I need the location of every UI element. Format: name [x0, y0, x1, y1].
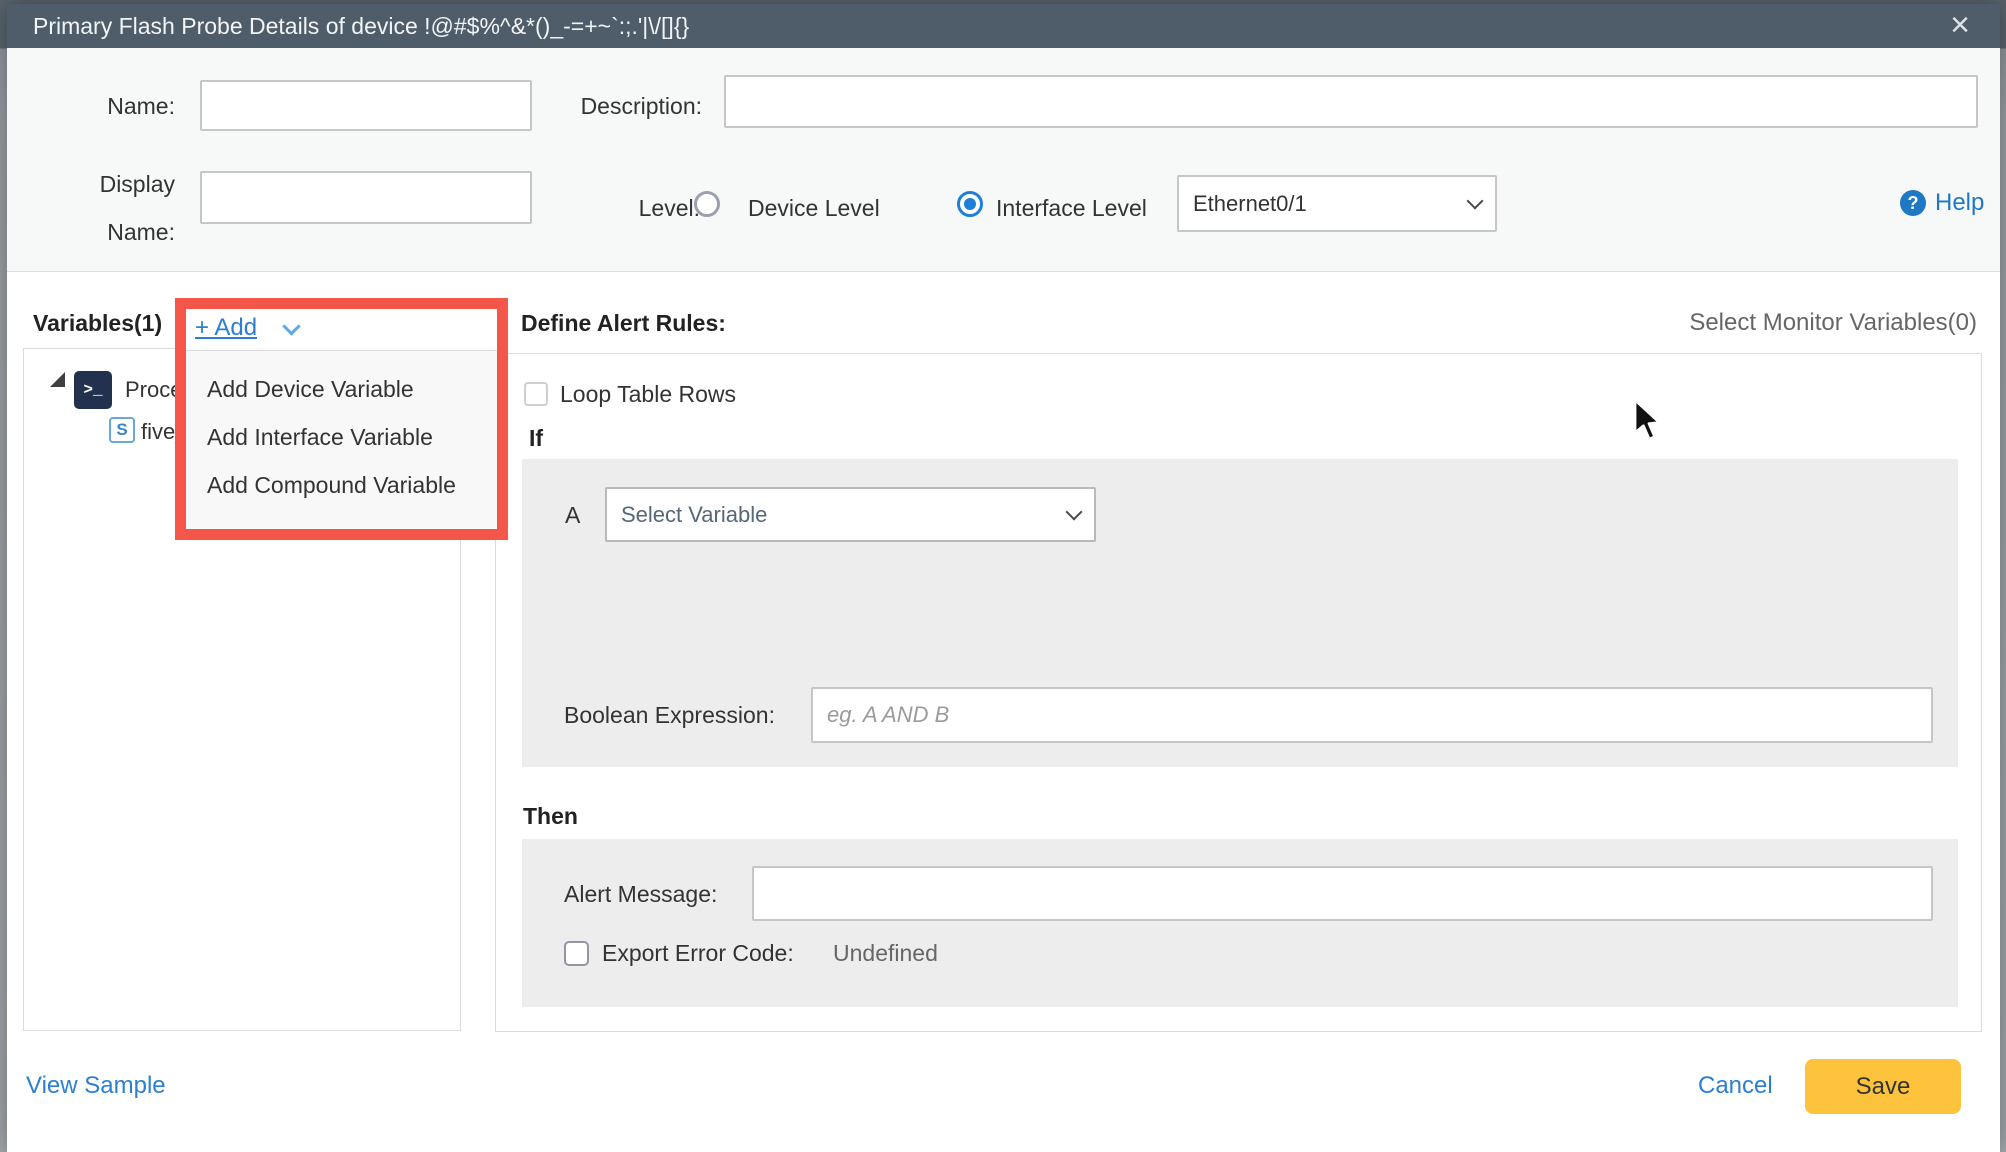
- header-form: Name: Description: Display Name: Level: …: [7, 48, 2000, 272]
- select-variable-value: Select Variable: [621, 502, 767, 528]
- terminal-icon: >_: [74, 371, 112, 409]
- radio-device-level-label: Device Level: [748, 194, 880, 222]
- name-label: Name:: [37, 92, 175, 120]
- dialog: Primary Flash Probe Details of device !@…: [7, 4, 2000, 1152]
- if-condition-panel: A Select Variable Boolean Expression:: [522, 459, 1958, 767]
- menu-item-add-compound-variable[interactable]: Add Compound Variable: [186, 461, 497, 509]
- dialog-title: Primary Flash Probe Details of device !@…: [33, 13, 689, 39]
- define-alert-rules-title: Define Alert Rules:: [521, 309, 726, 337]
- view-sample-link[interactable]: View Sample: [26, 1072, 166, 1100]
- alert-rules-panel: Loop Table Rows If A Select Variable Boo…: [495, 353, 1982, 1032]
- help-link[interactable]: ? Help: [1900, 189, 1984, 217]
- then-action-panel: Alert Message: Export Error Code: Undefi…: [522, 839, 1958, 1007]
- alert-message-label: Alert Message:: [564, 880, 717, 908]
- boolean-expression-label: Boolean Expression:: [564, 701, 775, 729]
- add-button[interactable]: + Add: [195, 314, 257, 342]
- name-input[interactable]: [200, 80, 532, 131]
- variable-row-label: A: [565, 501, 580, 529]
- cancel-button[interactable]: Cancel: [1698, 1072, 1773, 1100]
- interface-select[interactable]: Ethernet0/1: [1177, 175, 1497, 232]
- export-error-code-checkbox[interactable]: [564, 941, 589, 966]
- radio-device-level[interactable]: [694, 191, 720, 217]
- string-variable-icon: S: [109, 417, 135, 443]
- menu-item-add-device-variable[interactable]: Add Device Variable: [186, 365, 497, 413]
- tree-node-five-label: five_: [141, 419, 187, 445]
- display-name-input[interactable]: [200, 171, 532, 224]
- loop-table-rows-label: Loop Table Rows: [560, 380, 736, 408]
- variables-title: Variables(1): [33, 309, 162, 337]
- radio-interface-level-label: Interface Level: [996, 194, 1147, 222]
- help-icon: ?: [1900, 190, 1926, 216]
- export-error-code-value: Undefined: [833, 939, 938, 967]
- add-dropdown-menu: Add Device Variable Add Interface Variab…: [186, 350, 497, 529]
- then-label: Then: [523, 802, 578, 830]
- alert-message-input[interactable]: [752, 866, 1933, 921]
- interface-select-value: Ethernet0/1: [1193, 191, 1307, 217]
- level-label: Level:: [565, 194, 700, 222]
- help-label: Help: [1935, 189, 1984, 217]
- description-input[interactable]: [724, 75, 1978, 128]
- add-chevron-down-icon: [282, 317, 300, 335]
- menu-item-add-interface-variable[interactable]: Add Interface Variable: [186, 413, 497, 461]
- display-name-label-line2: Name:: [37, 218, 175, 246]
- close-icon[interactable]: ×: [1938, 4, 1982, 48]
- display-name-label-line1: Display: [37, 170, 175, 198]
- description-label: Description:: [565, 92, 702, 120]
- tree-node-process-label: Proces: [125, 377, 193, 403]
- chevron-down-icon: [1467, 192, 1484, 209]
- select-variable-dropdown[interactable]: Select Variable: [605, 487, 1096, 542]
- dialog-titlebar: Primary Flash Probe Details of device !@…: [7, 4, 2000, 48]
- tree-expander-icon[interactable]: [50, 372, 65, 387]
- add-dropdown-header: + Add: [186, 309, 497, 350]
- if-label: If: [529, 424, 543, 452]
- export-error-code-label: Export Error Code:: [602, 939, 794, 967]
- boolean-expression-input[interactable]: [811, 687, 1933, 743]
- radio-interface-level[interactable]: [957, 191, 983, 217]
- save-button[interactable]: Save: [1805, 1059, 1961, 1114]
- select-monitor-variables-link[interactable]: Select Monitor Variables(0): [1689, 309, 1977, 337]
- chevron-down-icon: [1066, 503, 1083, 520]
- loop-table-rows-checkbox[interactable]: [524, 382, 548, 406]
